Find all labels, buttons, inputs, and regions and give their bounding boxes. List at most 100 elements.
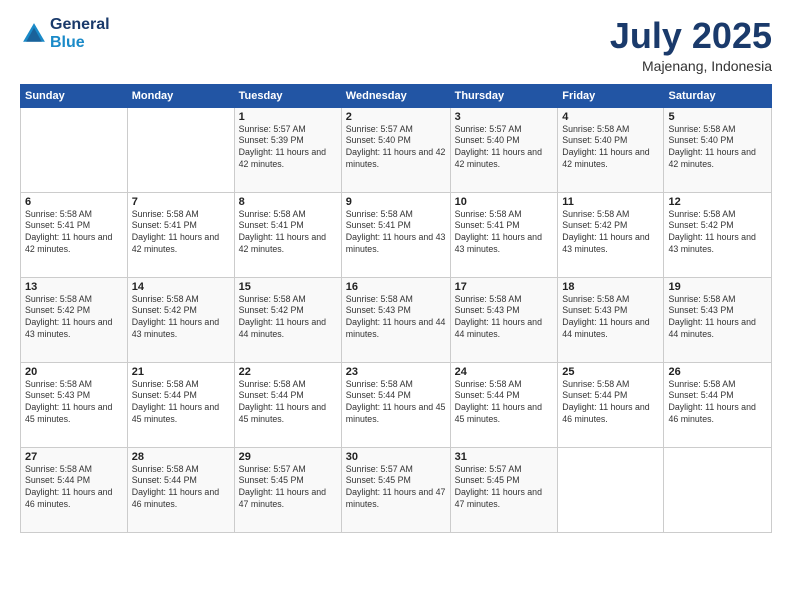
calendar-week-row: 6Sunrise: 5:58 AM Sunset: 5:41 PM Daylig… xyxy=(21,192,772,277)
calendar-cell: 3Sunrise: 5:57 AM Sunset: 5:40 PM Daylig… xyxy=(450,107,558,192)
day-number: 2 xyxy=(346,111,446,123)
day-info: Sunrise: 5:57 AM Sunset: 5:45 PM Dayligh… xyxy=(239,464,337,512)
title-block: July 2025 Majenang, Indonesia xyxy=(610,16,772,74)
day-info: Sunrise: 5:58 AM Sunset: 5:40 PM Dayligh… xyxy=(562,124,659,172)
day-info: Sunrise: 5:58 AM Sunset: 5:43 PM Dayligh… xyxy=(25,379,123,427)
calendar-cell: 1Sunrise: 5:57 AM Sunset: 5:39 PM Daylig… xyxy=(234,107,341,192)
day-number: 14 xyxy=(132,281,230,293)
calendar-cell: 30Sunrise: 5:57 AM Sunset: 5:45 PM Dayli… xyxy=(341,447,450,532)
calendar-cell: 14Sunrise: 5:58 AM Sunset: 5:42 PM Dayli… xyxy=(127,277,234,362)
calendar-cell: 12Sunrise: 5:58 AM Sunset: 5:42 PM Dayli… xyxy=(664,192,772,277)
calendar-cell: 31Sunrise: 5:57 AM Sunset: 5:45 PM Dayli… xyxy=(450,447,558,532)
day-number: 10 xyxy=(455,196,554,208)
calendar-cell: 27Sunrise: 5:58 AM Sunset: 5:44 PM Dayli… xyxy=(21,447,128,532)
day-number: 19 xyxy=(668,281,767,293)
day-info: Sunrise: 5:57 AM Sunset: 5:40 PM Dayligh… xyxy=(455,124,554,172)
day-info: Sunrise: 5:58 AM Sunset: 5:44 PM Dayligh… xyxy=(562,379,659,427)
calendar-cell: 26Sunrise: 5:58 AM Sunset: 5:44 PM Dayli… xyxy=(664,362,772,447)
day-header: Tuesday xyxy=(234,84,341,107)
day-header: Thursday xyxy=(450,84,558,107)
day-number: 4 xyxy=(562,111,659,123)
day-info: Sunrise: 5:58 AM Sunset: 5:41 PM Dayligh… xyxy=(25,209,123,257)
header-row: SundayMondayTuesdayWednesdayThursdayFrid… xyxy=(21,84,772,107)
day-number: 9 xyxy=(346,196,446,208)
day-info: Sunrise: 5:58 AM Sunset: 5:41 PM Dayligh… xyxy=(239,209,337,257)
calendar-cell: 24Sunrise: 5:58 AM Sunset: 5:44 PM Dayli… xyxy=(450,362,558,447)
day-info: Sunrise: 5:58 AM Sunset: 5:42 PM Dayligh… xyxy=(668,209,767,257)
day-info: Sunrise: 5:58 AM Sunset: 5:41 PM Dayligh… xyxy=(455,209,554,257)
location: Majenang, Indonesia xyxy=(610,58,772,74)
day-number: 24 xyxy=(455,366,554,378)
day-number: 21 xyxy=(132,366,230,378)
day-number: 15 xyxy=(239,281,337,293)
calendar-cell: 23Sunrise: 5:58 AM Sunset: 5:44 PM Dayli… xyxy=(341,362,450,447)
day-number: 7 xyxy=(132,196,230,208)
day-info: Sunrise: 5:58 AM Sunset: 5:44 PM Dayligh… xyxy=(346,379,446,427)
day-number: 16 xyxy=(346,281,446,293)
day-info: Sunrise: 5:58 AM Sunset: 5:44 PM Dayligh… xyxy=(668,379,767,427)
calendar-cell xyxy=(127,107,234,192)
day-info: Sunrise: 5:58 AM Sunset: 5:44 PM Dayligh… xyxy=(25,464,123,512)
day-number: 12 xyxy=(668,196,767,208)
calendar-cell: 4Sunrise: 5:58 AM Sunset: 5:40 PM Daylig… xyxy=(558,107,664,192)
day-info: Sunrise: 5:58 AM Sunset: 5:41 PM Dayligh… xyxy=(346,209,446,257)
day-number: 23 xyxy=(346,366,446,378)
calendar-cell xyxy=(558,447,664,532)
day-header: Wednesday xyxy=(341,84,450,107)
calendar-week-row: 27Sunrise: 5:58 AM Sunset: 5:44 PM Dayli… xyxy=(21,447,772,532)
day-info: Sunrise: 5:58 AM Sunset: 5:42 PM Dayligh… xyxy=(239,294,337,342)
day-header: Sunday xyxy=(21,84,128,107)
day-number: 20 xyxy=(25,366,123,378)
calendar-cell: 10Sunrise: 5:58 AM Sunset: 5:41 PM Dayli… xyxy=(450,192,558,277)
calendar-cell: 13Sunrise: 5:58 AM Sunset: 5:42 PM Dayli… xyxy=(21,277,128,362)
calendar-table: SundayMondayTuesdayWednesdayThursdayFrid… xyxy=(20,84,772,533)
day-number: 17 xyxy=(455,281,554,293)
day-info: Sunrise: 5:58 AM Sunset: 5:43 PM Dayligh… xyxy=(455,294,554,342)
day-info: Sunrise: 5:58 AM Sunset: 5:44 PM Dayligh… xyxy=(455,379,554,427)
logo-text-line2: Blue xyxy=(50,34,110,52)
day-info: Sunrise: 5:58 AM Sunset: 5:44 PM Dayligh… xyxy=(132,464,230,512)
day-info: Sunrise: 5:57 AM Sunset: 5:40 PM Dayligh… xyxy=(346,124,446,172)
day-number: 5 xyxy=(668,111,767,123)
calendar-cell: 16Sunrise: 5:58 AM Sunset: 5:43 PM Dayli… xyxy=(341,277,450,362)
day-info: Sunrise: 5:58 AM Sunset: 5:44 PM Dayligh… xyxy=(239,379,337,427)
day-number: 11 xyxy=(562,196,659,208)
header: General Blue July 2025 Majenang, Indones… xyxy=(20,16,772,74)
day-number: 8 xyxy=(239,196,337,208)
day-number: 25 xyxy=(562,366,659,378)
calendar-cell: 7Sunrise: 5:58 AM Sunset: 5:41 PM Daylig… xyxy=(127,192,234,277)
calendar-cell: 5Sunrise: 5:58 AM Sunset: 5:40 PM Daylig… xyxy=(664,107,772,192)
day-number: 26 xyxy=(668,366,767,378)
day-number: 22 xyxy=(239,366,337,378)
calendar-cell: 19Sunrise: 5:58 AM Sunset: 5:43 PM Dayli… xyxy=(664,277,772,362)
calendar-cell: 6Sunrise: 5:58 AM Sunset: 5:41 PM Daylig… xyxy=(21,192,128,277)
calendar-cell: 9Sunrise: 5:58 AM Sunset: 5:41 PM Daylig… xyxy=(341,192,450,277)
day-header: Saturday xyxy=(664,84,772,107)
day-number: 27 xyxy=(25,451,123,463)
calendar-cell: 18Sunrise: 5:58 AM Sunset: 5:43 PM Dayli… xyxy=(558,277,664,362)
day-number: 13 xyxy=(25,281,123,293)
calendar-cell: 25Sunrise: 5:58 AM Sunset: 5:44 PM Dayli… xyxy=(558,362,664,447)
calendar-week-row: 20Sunrise: 5:58 AM Sunset: 5:43 PM Dayli… xyxy=(21,362,772,447)
day-header: Friday xyxy=(558,84,664,107)
calendar-cell: 21Sunrise: 5:58 AM Sunset: 5:44 PM Dayli… xyxy=(127,362,234,447)
calendar-cell: 29Sunrise: 5:57 AM Sunset: 5:45 PM Dayli… xyxy=(234,447,341,532)
day-info: Sunrise: 5:58 AM Sunset: 5:42 PM Dayligh… xyxy=(25,294,123,342)
calendar-week-row: 13Sunrise: 5:58 AM Sunset: 5:42 PM Dayli… xyxy=(21,277,772,362)
calendar-cell: 11Sunrise: 5:58 AM Sunset: 5:42 PM Dayli… xyxy=(558,192,664,277)
day-number: 6 xyxy=(25,196,123,208)
calendar-week-row: 1Sunrise: 5:57 AM Sunset: 5:39 PM Daylig… xyxy=(21,107,772,192)
day-number: 18 xyxy=(562,281,659,293)
calendar-cell: 17Sunrise: 5:58 AM Sunset: 5:43 PM Dayli… xyxy=(450,277,558,362)
day-info: Sunrise: 5:58 AM Sunset: 5:42 PM Dayligh… xyxy=(562,209,659,257)
calendar-cell: 15Sunrise: 5:58 AM Sunset: 5:42 PM Dayli… xyxy=(234,277,341,362)
calendar-cell: 20Sunrise: 5:58 AM Sunset: 5:43 PM Dayli… xyxy=(21,362,128,447)
calendar-cell xyxy=(664,447,772,532)
day-number: 29 xyxy=(239,451,337,463)
logo-text-line1: General xyxy=(50,16,110,34)
day-number: 3 xyxy=(455,111,554,123)
day-info: Sunrise: 5:58 AM Sunset: 5:43 PM Dayligh… xyxy=(668,294,767,342)
day-info: Sunrise: 5:58 AM Sunset: 5:43 PM Dayligh… xyxy=(346,294,446,342)
day-number: 31 xyxy=(455,451,554,463)
calendar-cell: 8Sunrise: 5:58 AM Sunset: 5:41 PM Daylig… xyxy=(234,192,341,277)
